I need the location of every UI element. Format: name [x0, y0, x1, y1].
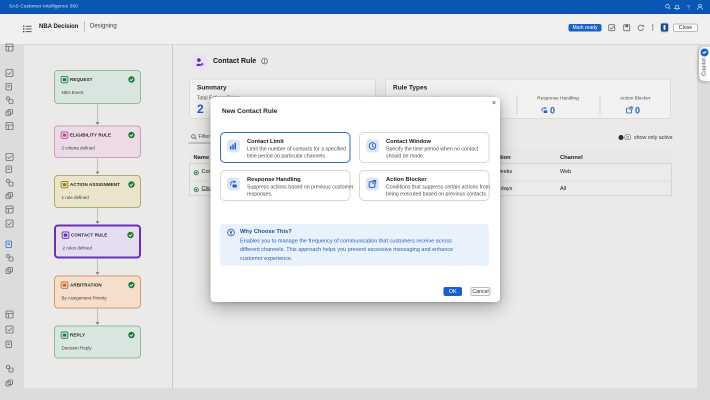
svg-text:?: ? [687, 5, 690, 11]
